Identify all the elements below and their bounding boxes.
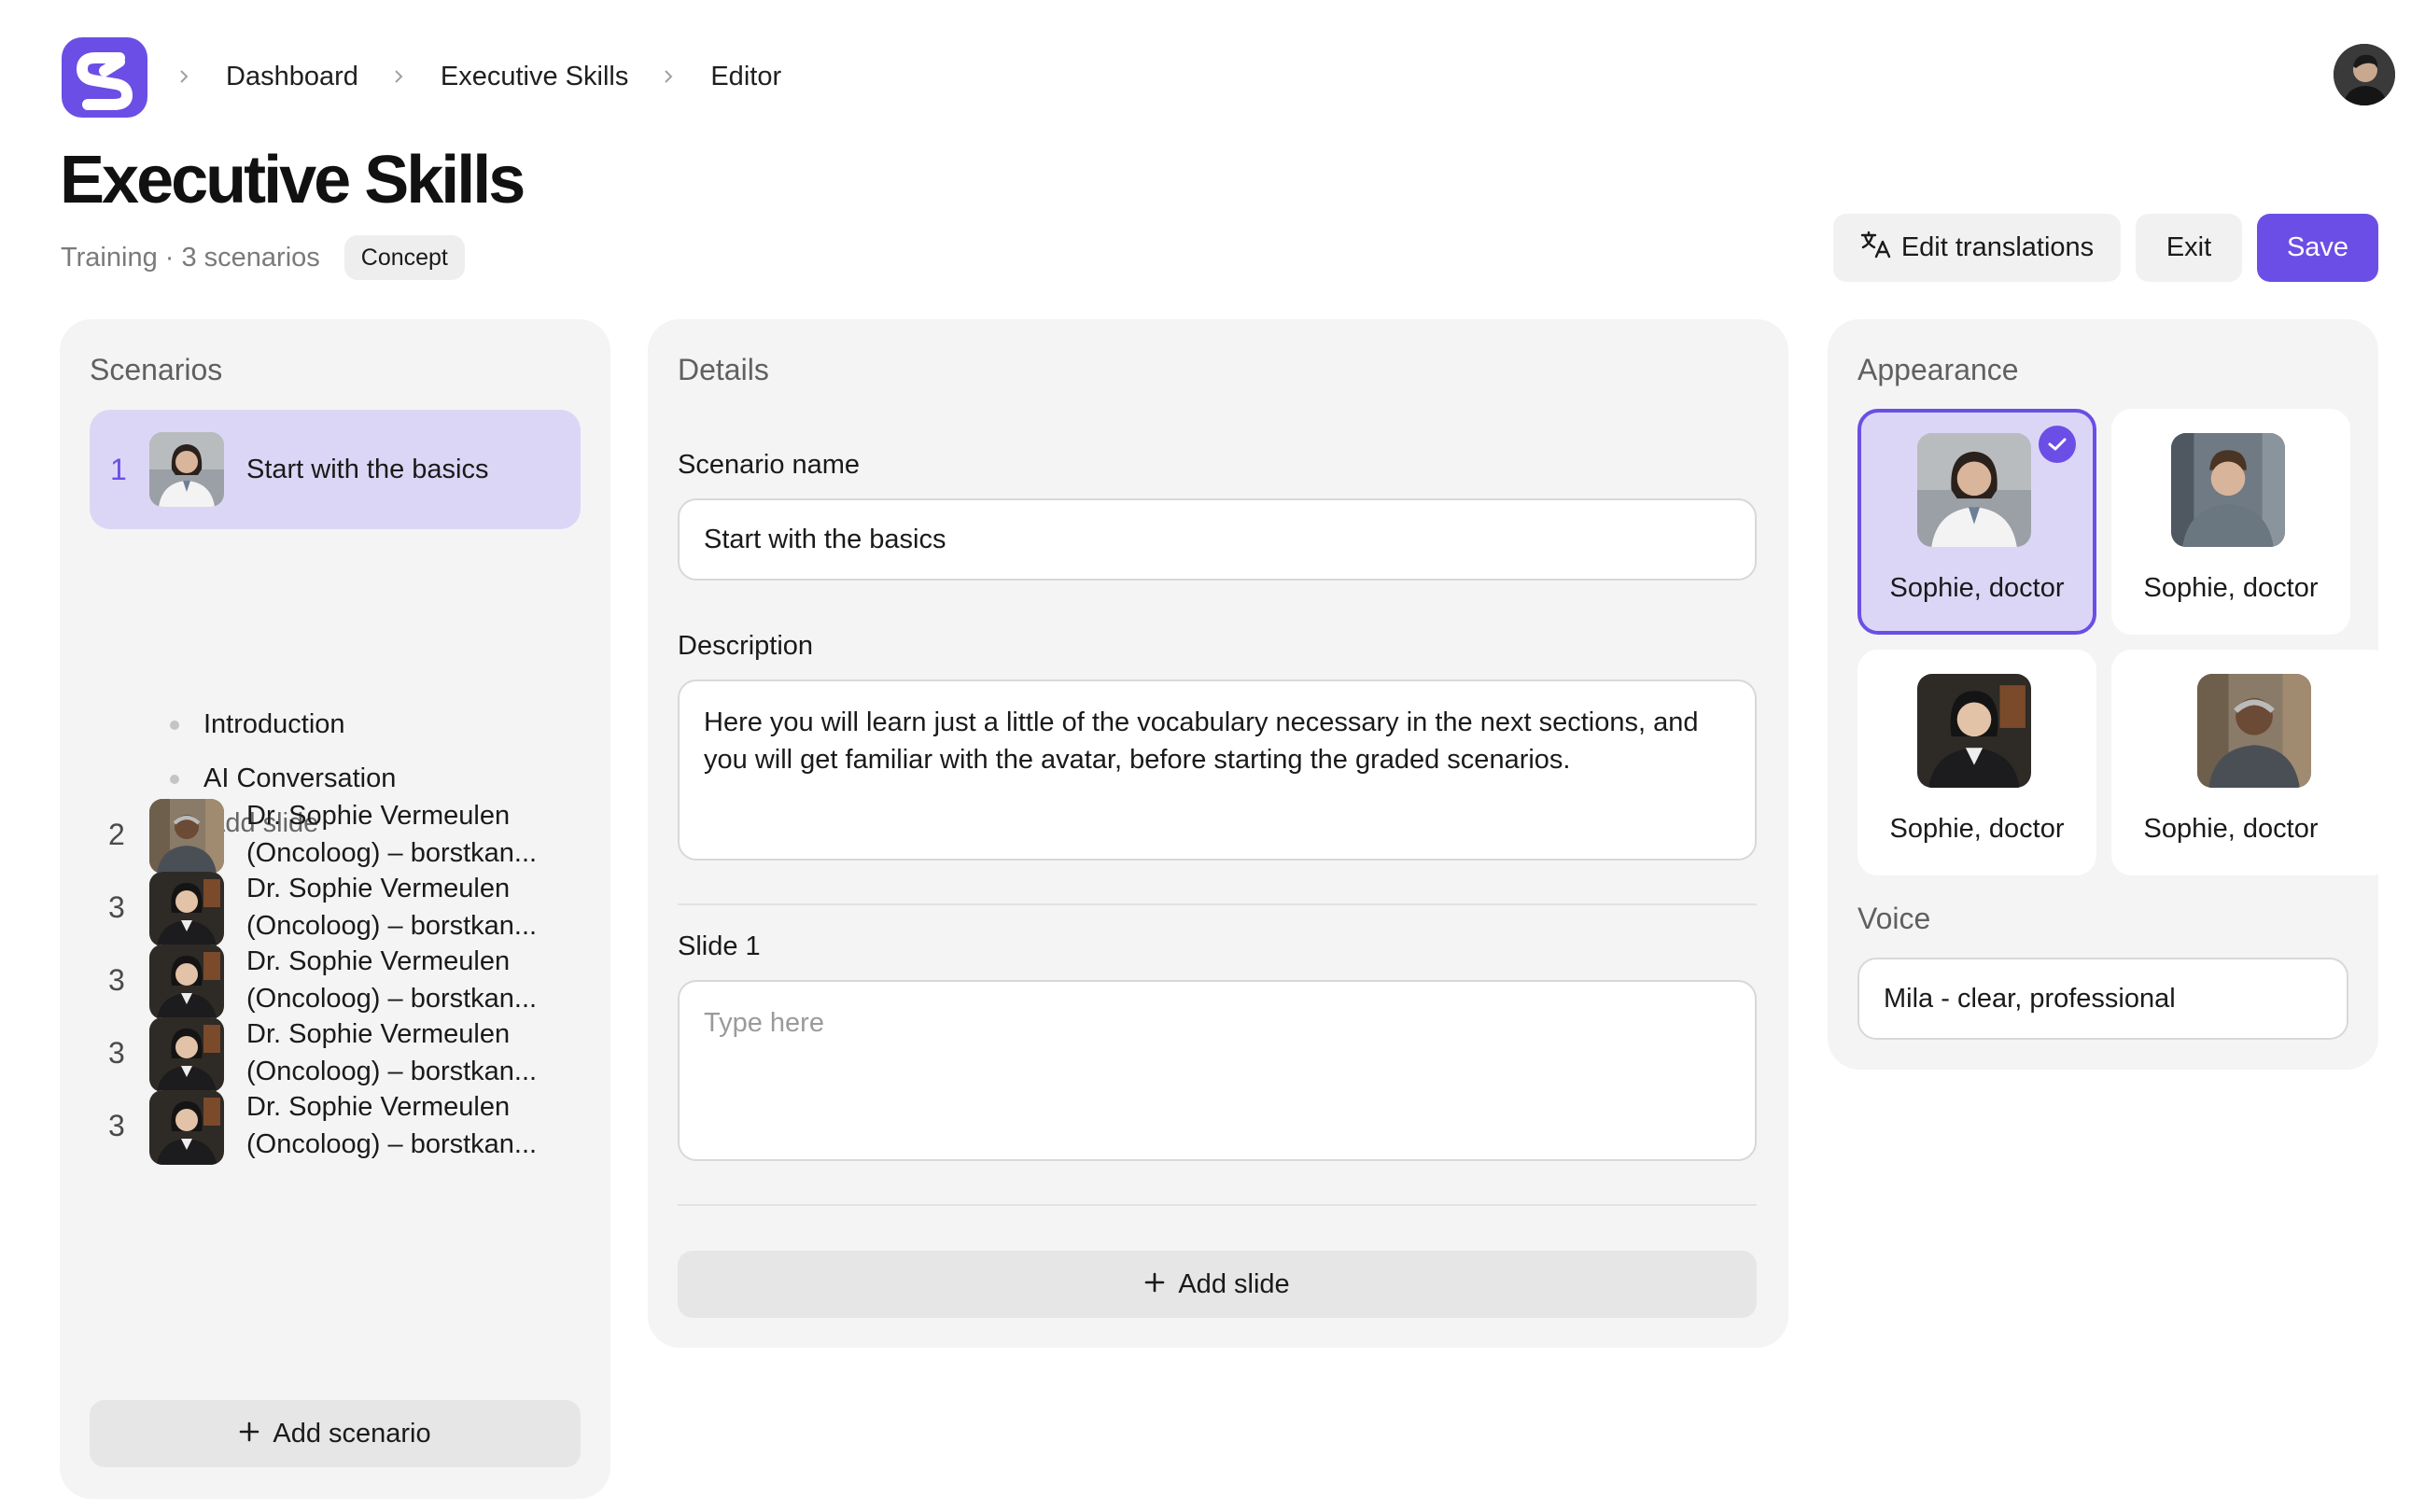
breadcrumb: Dashboard Executive Skills Editor <box>177 56 813 97</box>
breadcrumb-editor[interactable]: Editor <box>710 62 781 92</box>
scenario-item-active[interactable]: 1 Start with the basics <box>90 410 581 529</box>
divider <box>678 1204 1757 1206</box>
edit-translations-button[interactable]: Edit translations <box>1833 214 2121 282</box>
bullet-dot <box>170 720 179 730</box>
scenario-number: 3 <box>108 890 125 924</box>
avatar-thumb <box>2197 674 2311 788</box>
scenario-label-line1: Dr. Sophie Vermeulen <box>246 874 511 903</box>
scenarios-title: Scenarios <box>90 353 223 386</box>
scenario-label: Dr. Sophie Vermeulen (Oncoloog) – borstk… <box>246 1088 573 1163</box>
page-title: Executive Skills <box>60 143 526 217</box>
scenario-label-line2: (Oncoloog) – borstkan... <box>246 1129 538 1159</box>
slide-item-label: AI Conversation <box>203 763 397 793</box>
slide-item-label: Introduction <box>203 709 345 739</box>
scenario-avatar-thumb <box>149 432 224 507</box>
description-textarea[interactable]: Here you will learn just a little of the… <box>678 679 1757 861</box>
avatar-option-label: Sophie, doctor <box>1889 573 2065 603</box>
voice-label: Voice <box>1857 902 1931 935</box>
avatar-thumb <box>1917 674 2031 788</box>
scenario-label: Dr. Sophie Vermeulen (Oncoloog) – borstk… <box>246 797 573 872</box>
scenario-number: 3 <box>108 1036 125 1070</box>
avatar-option-label: Sophie, doctor <box>2143 814 2319 844</box>
add-slide-button[interactable]: Add slide <box>678 1251 1757 1318</box>
edit-translations-label: Edit translations <box>1900 232 2095 262</box>
training-meta: Training · 3 scenarios <box>61 242 320 273</box>
scenario-label-line1: Dr. Sophie Vermeulen <box>246 946 511 976</box>
chevron-right-icon <box>662 69 677 84</box>
chevron-right-icon <box>177 69 192 84</box>
slide-textarea[interactable]: Type here <box>678 980 1757 1161</box>
breadcrumb-executive-skills[interactable]: Executive Skills <box>441 62 628 92</box>
scenario-item[interactable]: 3 Dr. Sophie Vermeulen (Oncoloog) – bors… <box>90 1085 581 1170</box>
header-actions: Edit translations Exit Save <box>1833 214 2378 282</box>
scenario-avatar-thumb <box>149 1090 224 1165</box>
add-scenario-button[interactable]: Add scenario <box>90 1400 581 1467</box>
scenario-name-label: Scenario name <box>678 450 861 480</box>
add-scenario-label: Add scenario <box>273 1418 431 1449</box>
check-icon <box>2039 426 2076 463</box>
slide-item-ai-conversation[interactable]: AI Conversation <box>170 763 396 794</box>
details-panel: Details Scenario name Start with the bas… <box>648 319 1788 1348</box>
voice-select[interactable]: Mila - clear, professional <box>1857 958 2348 1040</box>
slide-item-introduction[interactable]: Introduction <box>170 709 345 740</box>
exit-button[interactable]: Exit <box>2136 214 2242 282</box>
description-label: Description <box>678 631 814 661</box>
scenario-number: 3 <box>108 963 125 997</box>
plus-icon <box>239 1419 259 1449</box>
scenario-label: Start with the basics <box>246 455 489 484</box>
save-button[interactable]: Save <box>2257 214 2378 282</box>
appearance-title: Appearance <box>1857 353 2019 386</box>
avatar-option[interactable]: Sophie, doctor <box>2111 409 2350 635</box>
user-avatar[interactable] <box>2334 44 2395 105</box>
divider <box>678 903 1757 905</box>
bullet-dot <box>170 774 179 784</box>
scenario-number: 2 <box>108 818 125 851</box>
scenario-avatar-thumb <box>149 872 224 946</box>
page-meta: Training · 3 scenarios Concept <box>61 235 465 280</box>
slide-label: Slide 1 <box>678 931 761 961</box>
avatar-option-selected[interactable]: Sophie, doctor <box>1857 409 2096 635</box>
scenario-label-line1: Dr. Sophie Vermeulen <box>246 801 511 831</box>
scenario-avatar-thumb <box>149 1017 224 1092</box>
scenario-avatar-thumb <box>149 799 224 874</box>
plus-icon <box>1144 1269 1165 1300</box>
scenario-label: Dr. Sophie Vermeulen (Oncoloog) – borstk… <box>246 870 573 945</box>
breadcrumb-dashboard[interactable]: Dashboard <box>226 62 358 92</box>
appearance-panel: Appearance Sophie, doctor Sophie, doctor… <box>1828 319 2378 1070</box>
scenario-label: Dr. Sophie Vermeulen (Oncoloog) – borstk… <box>246 1015 573 1090</box>
add-slide-label: Add slide <box>1178 1268 1290 1299</box>
scenario-label-line1: Dr. Sophie Vermeulen <box>246 1019 511 1049</box>
avatar-thumb <box>1917 433 2031 547</box>
avatar-thumb <box>2171 433 2285 547</box>
scenario-avatar-thumb <box>149 945 224 1019</box>
scenario-number: 1 <box>110 453 127 486</box>
app-logo[interactable] <box>62 37 147 118</box>
scenario-label: Dr. Sophie Vermeulen (Oncoloog) – borstk… <box>246 943 573 1017</box>
details-title: Details <box>678 353 769 386</box>
translate-icon <box>1860 231 1892 266</box>
scenario-number: 3 <box>108 1109 125 1142</box>
chevron-right-icon <box>392 69 407 84</box>
scenario-name-input[interactable]: Start with the basics <box>678 498 1757 581</box>
avatar-option-label: Sophie, doctor <box>1889 814 2065 844</box>
avatar-option-label: Sophie, doctor <box>2143 573 2319 603</box>
avatar-option[interactable]: Sophie, doctor <box>1857 650 2096 875</box>
avatar-option[interactable]: Sophie, doctor <box>2111 650 2378 875</box>
scenarios-panel: Scenarios 1 Start with the basics Introd… <box>60 319 610 1499</box>
scenario-label-line1: Dr. Sophie Vermeulen <box>246 1092 511 1122</box>
status-badge: Concept <box>343 235 465 280</box>
